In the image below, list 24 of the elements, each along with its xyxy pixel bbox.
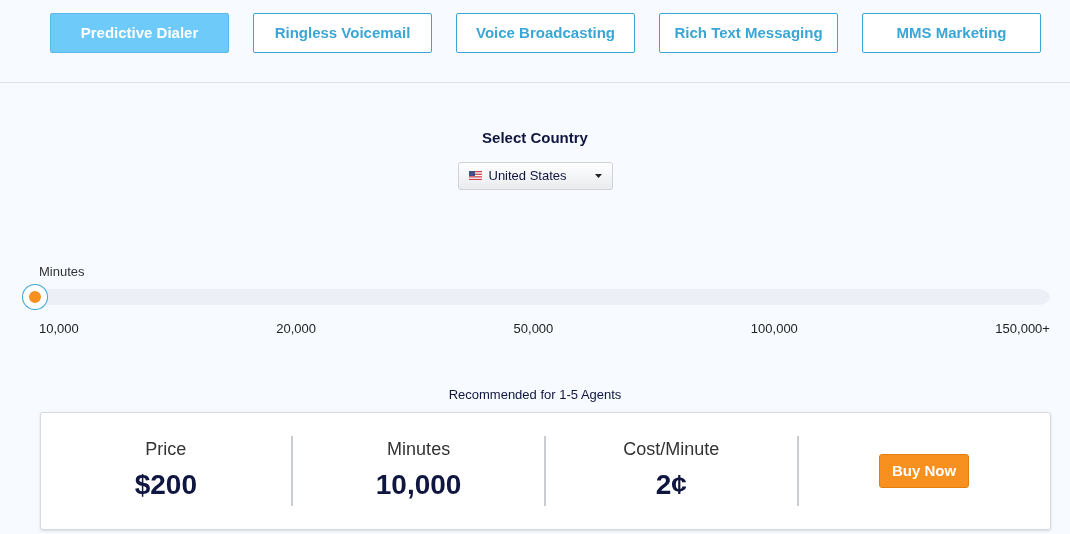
stat-label: Minutes	[387, 438, 451, 461]
tick-label: 20,000	[276, 320, 317, 338]
flag-icon	[468, 171, 482, 180]
tick-label: 150,000+	[995, 320, 1050, 338]
slider-label: Minutes	[39, 262, 86, 281]
caret-icon	[594, 173, 602, 178]
country-dropdown[interactable]: United States	[457, 161, 613, 190]
stat-value: 2¢	[655, 468, 687, 502]
tab[interactable]: Rich Text Messaging	[659, 13, 838, 53]
tab[interactable]: MMS Marketing	[862, 13, 1041, 53]
tab[interactable]: Predictive Dialer	[50, 13, 229, 53]
section-heading: Select Country	[482, 128, 588, 148]
stat-value: $200	[134, 468, 197, 502]
recommendation-text: Recommended for 1-5 Agents	[448, 385, 622, 404]
stat-label: Cost/Minute	[623, 438, 720, 461]
buy-now-button[interactable]: Buy Now	[879, 454, 970, 488]
stat-value: 10,000	[375, 468, 462, 502]
tick-label: 100,000	[750, 320, 798, 338]
tick-label: 50,000	[513, 320, 554, 338]
tick-label: 10,000	[39, 320, 79, 338]
tab[interactable]: Ringless Voicemail	[253, 13, 432, 53]
slider-thumb[interactable]	[23, 285, 47, 309]
stat-label: Price	[145, 438, 187, 461]
tab[interactable]: Voice Broadcasting	[456, 13, 635, 53]
